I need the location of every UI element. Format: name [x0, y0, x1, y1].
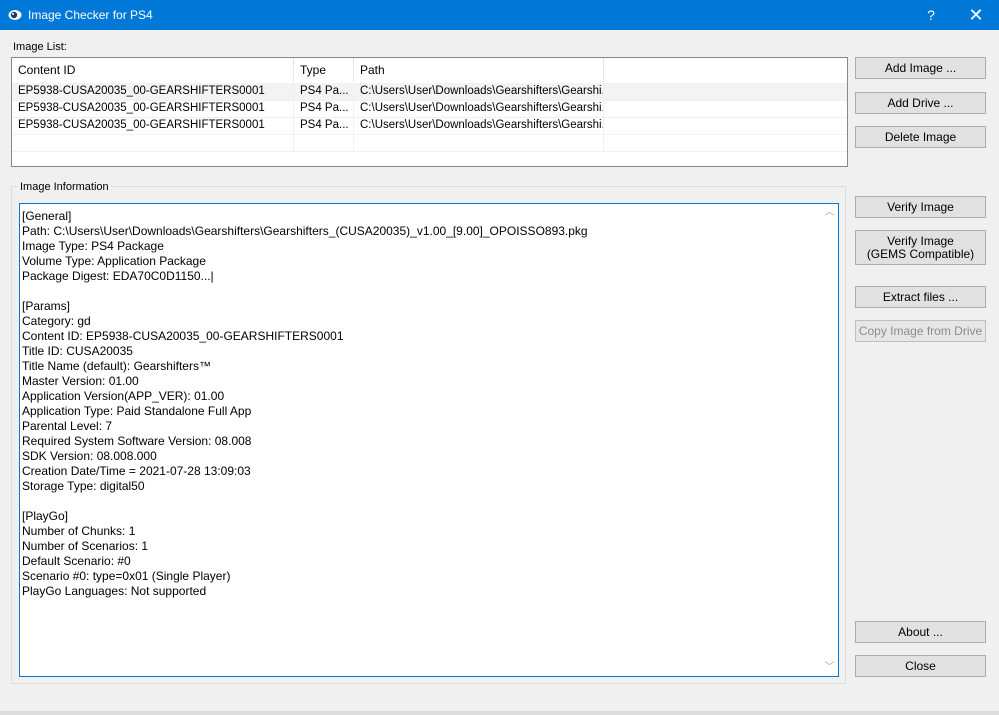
verify-image-gems-button[interactable]: Verify Image (GEMS Compatible) [855, 230, 986, 265]
column-header-type[interactable]: Type [294, 58, 354, 82]
empty-cell [12, 134, 294, 151]
taskbar-edge [0, 711, 999, 715]
scroll-up-icon[interactable]: ︿ [821, 204, 838, 221]
image-list-header: Content ID Type Path [12, 58, 847, 82]
empty-cell [354, 134, 604, 151]
window-title: Image Checker for PS4 [28, 8, 153, 22]
vertical-scrollbar[interactable]: ︿ ﹀ [821, 204, 838, 676]
image-list-label: Image List: [13, 41, 67, 53]
delete-image-button[interactable]: Delete Image [855, 126, 986, 148]
app-eye-icon [8, 10, 22, 20]
add-image-button[interactable]: Add Image ... [855, 57, 986, 79]
cell-type: PS4 Pa... [294, 83, 354, 100]
copy-image-from-drive-button[interactable]: Copy Image from Drive [855, 320, 986, 342]
empty-cell [294, 134, 354, 151]
cell-path: C:\Users\User\Downloads\Gearshifters\Gea… [354, 117, 604, 134]
cell-path: C:\Users\User\Downloads\Gearshifters\Gea… [354, 83, 604, 100]
title-bar: Image Checker for PS4 ? ✕ [0, 0, 999, 30]
cell-content-id: EP5938-CUSA20035_00-GEARSHIFTERS0001 [12, 100, 294, 117]
column-header-path[interactable]: Path [354, 58, 604, 82]
cell-path: C:\Users\User\Downloads\Gearshifters\Gea… [354, 100, 604, 117]
column-header-content-id[interactable]: Content ID [12, 58, 294, 82]
image-information-text: [General] Path: C:\Users\User\Downloads\… [22, 209, 588, 598]
empty-row [12, 134, 847, 152]
verify-image-gems-line2: (GEMS Compatible) [866, 247, 975, 261]
table-row[interactable]: EP5938-CUSA20035_00-GEARSHIFTERS0001 PS4… [12, 83, 847, 101]
table-row[interactable]: EP5938-CUSA20035_00-GEARSHIFTERS0001 PS4… [12, 100, 847, 118]
cell-type: PS4 Pa... [294, 117, 354, 134]
table-row[interactable]: EP5938-CUSA20035_00-GEARSHIFTERS0001 PS4… [12, 117, 847, 135]
about-button[interactable]: About ... [855, 621, 986, 643]
help-button[interactable]: ? [908, 0, 954, 30]
extract-files-button[interactable]: Extract files ... [855, 286, 986, 308]
cell-content-id: EP5938-CUSA20035_00-GEARSHIFTERS0001 [12, 83, 294, 100]
cell-content-id: EP5938-CUSA20035_00-GEARSHIFTERS0001 [12, 117, 294, 134]
scroll-down-icon[interactable]: ﹀ [821, 659, 838, 676]
image-information-label: Image Information [18, 181, 111, 193]
cell-type: PS4 Pa... [294, 100, 354, 117]
verify-image-button[interactable]: Verify Image [855, 196, 986, 218]
image-list[interactable]: Content ID Type Path EP5938-CUSA20035_00… [11, 57, 848, 167]
add-drive-button[interactable]: Add Drive ... [855, 92, 986, 114]
close-button[interactable]: Close [855, 655, 986, 677]
image-information-textbox[interactable]: [General] Path: C:\Users\User\Downloads\… [19, 203, 839, 677]
window-close-button[interactable]: ✕ [953, 0, 999, 30]
